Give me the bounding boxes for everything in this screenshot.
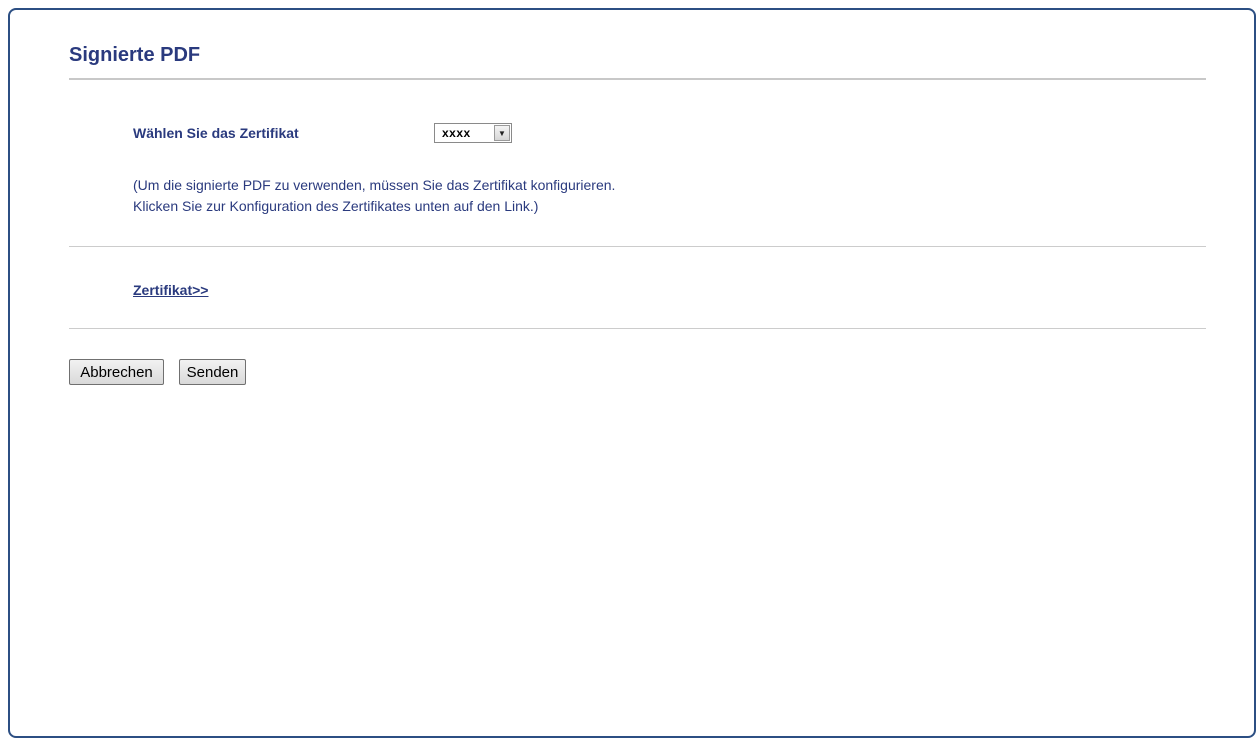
certificate-hint-line-1: (Um die signierte PDF zu verwenden, müss…	[133, 177, 616, 193]
certificate-select[interactable]: xxxx ▼	[434, 123, 512, 143]
section-divider-bottom	[69, 328, 1206, 329]
certificate-link[interactable]: Zertifikat>>	[133, 282, 208, 298]
chevron-down-icon[interactable]: ▼	[494, 125, 510, 141]
title-divider	[69, 78, 1206, 80]
certificate-select-label: Wählen Sie das Zertifikat	[133, 125, 299, 141]
cancel-button[interactable]: Abbrechen	[69, 359, 164, 385]
page-title: Signierte PDF	[69, 44, 201, 66]
send-button[interactable]: Senden	[179, 359, 246, 385]
certificate-hint: (Um die signierte PDF zu verwenden, müss…	[133, 175, 615, 217]
certificate-hint-line-2: Klicken Sie zur Konfiguration des Zertif…	[133, 198, 539, 214]
certificate-select-value: xxxx	[442, 126, 471, 140]
section-divider	[69, 246, 1206, 247]
